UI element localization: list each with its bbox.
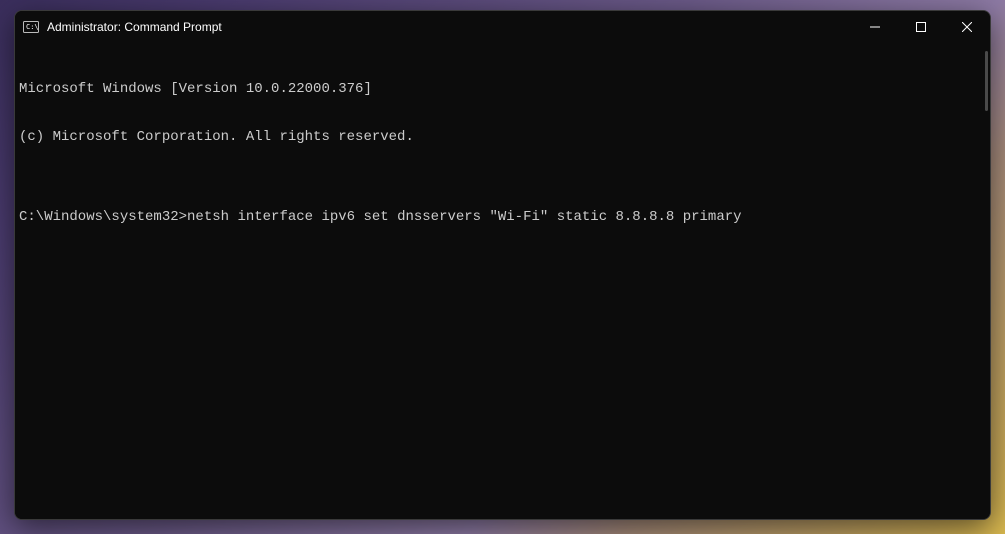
cmd-icon: C:\: [23, 19, 39, 35]
desktop-background: C:\ Administrator: Command Prompt: [0, 0, 1005, 534]
svg-text:C:\: C:\: [26, 23, 39, 31]
prompt-line: C:\Windows\system32>netsh interface ipv6…: [19, 209, 986, 225]
prompt-path: C:\Windows\system32>: [19, 209, 187, 225]
close-button[interactable]: [944, 11, 990, 43]
typed-command: netsh interface ipv6 set dnsservers "Wi-…: [187, 209, 742, 225]
version-line: Microsoft Windows [Version 10.0.22000.37…: [19, 81, 986, 97]
maximize-button[interactable]: [898, 11, 944, 43]
terminal-area[interactable]: Microsoft Windows [Version 10.0.22000.37…: [15, 43, 990, 519]
scrollbar-thumb[interactable]: [985, 51, 988, 111]
copyright-line: (c) Microsoft Corporation. All rights re…: [19, 129, 986, 145]
window-controls: [852, 11, 990, 43]
minimize-button[interactable]: [852, 11, 898, 43]
window-title: Administrator: Command Prompt: [47, 20, 222, 34]
command-prompt-window: C:\ Administrator: Command Prompt: [14, 10, 991, 520]
titlebar[interactable]: C:\ Administrator: Command Prompt: [15, 11, 990, 43]
